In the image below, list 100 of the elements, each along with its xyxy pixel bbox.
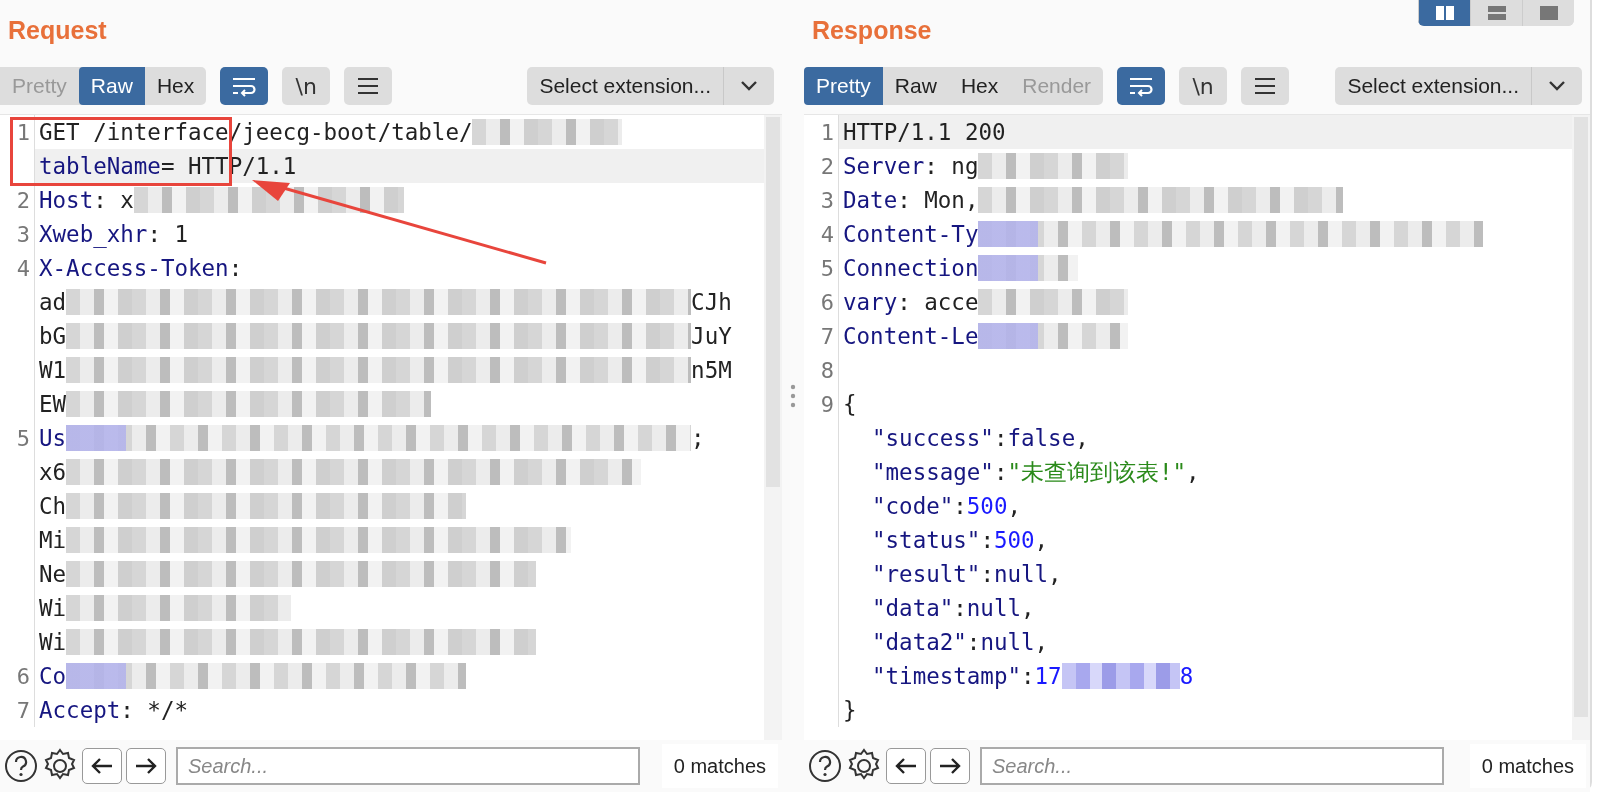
- code-text: null: [993, 561, 1049, 587]
- code-text: Accept: [39, 697, 121, 723]
- code-text: "success": [872, 425, 994, 451]
- line-number: 7: [820, 323, 834, 349]
- view-tab[interactable]: Raw: [882, 67, 949, 105]
- panel-title: Response: [812, 16, 932, 45]
- line-number: 6: [16, 663, 30, 689]
- line-number: 5: [820, 255, 834, 281]
- help-icon[interactable]: [808, 749, 842, 783]
- arrow-right-icon: [134, 756, 158, 776]
- code-text: 500: [993, 527, 1035, 553]
- layout-button[interactable]: [1522, 0, 1574, 26]
- wrap-lines-button[interactable]: [220, 67, 269, 105]
- view-tab[interactable]: Hex: [948, 67, 1011, 105]
- code-text: HTTP/1.1 200: [843, 119, 1006, 145]
- code-text: CJh: [691, 289, 732, 315]
- code-text: Co: [39, 663, 67, 689]
- view-tab[interactable]: Hex: [144, 67, 207, 105]
- code-text: 17: [1034, 663, 1062, 689]
- line-number: 1: [820, 119, 834, 145]
- menu-button[interactable]: [1241, 67, 1290, 105]
- code-text: Server: [843, 153, 925, 179]
- menu-button[interactable]: [344, 67, 393, 105]
- code-text: : acce: [897, 289, 979, 315]
- match-count: 0 matches: [1469, 744, 1586, 788]
- code-text: ,: [1034, 629, 1049, 655]
- code-text: W1: [39, 357, 67, 383]
- wrap-lines-button[interactable]: [1117, 67, 1166, 105]
- code-text: ,: [1048, 561, 1062, 587]
- code-text: : ng: [924, 153, 979, 179]
- code-text: ,: [1007, 493, 1021, 519]
- line-number: 7: [16, 697, 30, 723]
- code-text: Content-Ty: [843, 221, 979, 247]
- code-text: }: [843, 697, 857, 723]
- code-text: bG: [39, 323, 67, 349]
- code-text: : x: [93, 187, 134, 213]
- code-text: : 1: [147, 221, 188, 247]
- code-text: ,: [1034, 527, 1049, 553]
- back-button[interactable]: [886, 748, 926, 784]
- code-text: :: [980, 527, 994, 553]
- search-field[interactable]: Search...: [980, 747, 1444, 785]
- code-text: "status": [872, 527, 981, 553]
- code-text: "未查询到该表!": [1007, 457, 1187, 487]
- splitter-handle[interactable]: [790, 383, 796, 409]
- code-text: : Mon,: [897, 187, 979, 213]
- code-text: EW: [39, 391, 67, 417]
- code-text: "message": [872, 459, 994, 485]
- search-field[interactable]: Search...: [176, 747, 640, 785]
- forward-button[interactable]: [126, 748, 166, 784]
- code-text: Content-Le: [843, 323, 979, 349]
- newline-button[interactable]: \n: [282, 67, 331, 105]
- code-text: 8: [1179, 663, 1194, 689]
- view-tab[interactable]: Pretty: [804, 67, 883, 105]
- code-text: x6: [39, 459, 67, 485]
- code-text: ,: [1075, 425, 1089, 451]
- line-number: 6: [820, 289, 834, 315]
- code-text: ad: [39, 289, 67, 315]
- code-text: :: [980, 561, 994, 587]
- view-tab[interactable]: Raw: [78, 67, 145, 105]
- code-text: :: [993, 459, 1008, 485]
- code-text: :: [1021, 663, 1035, 689]
- code-text: :: [953, 595, 967, 621]
- menu-icon: [356, 76, 381, 96]
- arrow-right-icon: [938, 756, 962, 776]
- code-text: Wi: [39, 629, 67, 655]
- arrow-left-icon: [90, 756, 114, 776]
- chevron-down-icon: [1548, 80, 1566, 92]
- layout-button[interactable]: [1418, 0, 1470, 26]
- line-number: 4: [820, 221, 834, 247]
- code-text: "code": [872, 493, 954, 519]
- newline-button[interactable]: \n: [1179, 67, 1228, 105]
- help-icon[interactable]: [4, 749, 38, 783]
- back-button[interactable]: [82, 748, 122, 784]
- code-text: Ch: [39, 493, 67, 519]
- line-number: 2: [820, 153, 834, 179]
- code-text: Xweb_xhr: [39, 221, 148, 247]
- code-text: :: [966, 629, 981, 655]
- forward-button[interactable]: [930, 748, 970, 784]
- code-text: "timestamp": [872, 663, 1021, 689]
- panel-title: Request: [8, 16, 107, 45]
- line-number: 1: [16, 119, 30, 145]
- extension-select[interactable]: Select extension...: [1335, 67, 1582, 105]
- code-text: ,: [1186, 459, 1200, 485]
- line-number: 4: [16, 255, 30, 281]
- chevron-down-icon: [740, 80, 758, 92]
- code-text: Mi: [39, 527, 67, 553]
- line-number: 2: [16, 187, 30, 213]
- match-count: 0 matches: [661, 744, 778, 788]
- code-text: : */*: [120, 697, 188, 723]
- code-text: Date: [843, 187, 898, 213]
- code-text: false: [1007, 425, 1076, 451]
- code-text: tableName: [39, 153, 161, 179]
- code-text: null: [980, 629, 1035, 655]
- wrap-icon: [231, 75, 258, 97]
- line-number: 8: [820, 357, 834, 383]
- code-text: "result": [872, 561, 981, 587]
- line-number: 9: [820, 391, 834, 417]
- line-number: 3: [16, 221, 30, 247]
- code-text: Us: [39, 425, 67, 451]
- extension-select[interactable]: Select extension...: [527, 67, 774, 105]
